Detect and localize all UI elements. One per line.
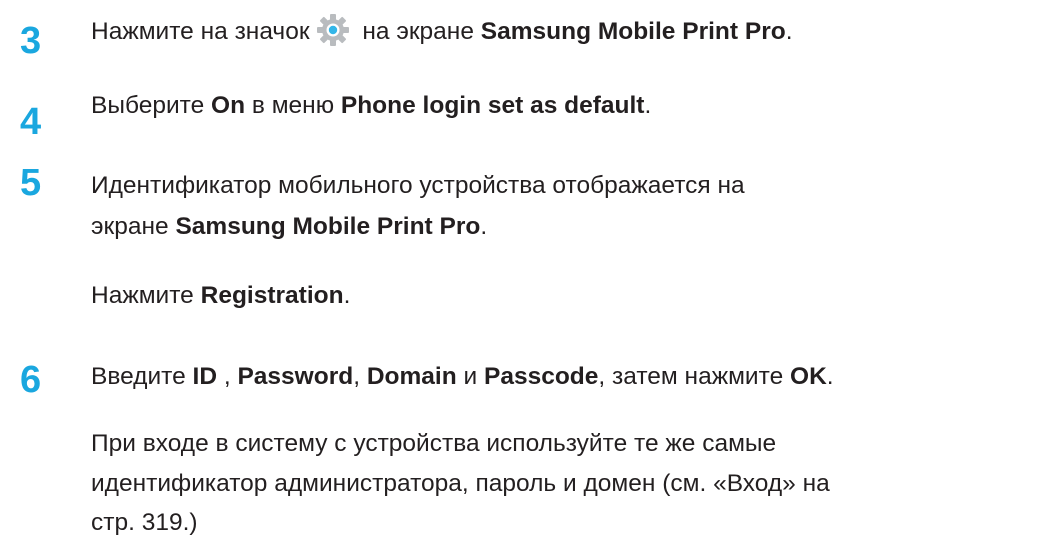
step-number: 6 bbox=[20, 359, 42, 401]
id-label: ID bbox=[192, 363, 218, 390]
note-line-2: идентификатор администратора, пароль и д… bbox=[91, 470, 830, 497]
step-text-suffix: . bbox=[785, 18, 793, 45]
step-subtext-suffix: . bbox=[343, 282, 351, 309]
passcode-label: Passcode bbox=[483, 363, 599, 390]
step-text-suffix: . bbox=[644, 92, 652, 119]
password-label: Password bbox=[237, 363, 354, 390]
step-number: 5 bbox=[20, 162, 42, 204]
step-text-line-1: Идентификатор мобильного устройства отоб… bbox=[91, 172, 745, 199]
step-subtext: Нажмите Registration. bbox=[91, 282, 350, 310]
step-text-prefix: экране bbox=[91, 213, 176, 240]
step-text: Нажмите на значок на экране Samsung Mobi… bbox=[91, 13, 793, 47]
note-line-3: стр. 319.) bbox=[91, 509, 198, 536]
settings-gear-icon bbox=[316, 13, 350, 47]
step-text-part: и bbox=[456, 363, 484, 390]
step-text-part: . bbox=[826, 363, 834, 390]
step-text-part: , затем нажмите bbox=[598, 363, 791, 390]
step-text-line-2: экране Samsung Mobile Print Pro. bbox=[91, 213, 487, 241]
step-text-middle: на экране bbox=[355, 18, 481, 45]
settings-gear-icon-graphic bbox=[316, 14, 349, 46]
step-text-part: Введите bbox=[91, 363, 193, 390]
option-on: On bbox=[211, 92, 246, 119]
step-text-suffix: . bbox=[480, 213, 488, 240]
step-text: Выберите On в меню Phone login set as de… bbox=[91, 92, 651, 120]
domain-label: Domain bbox=[366, 363, 457, 390]
registration-label: Registration bbox=[200, 282, 344, 309]
step-text-prefix: Нажмите на значок bbox=[91, 18, 310, 45]
step-number: 4 bbox=[20, 101, 42, 143]
ok-label: OK bbox=[790, 363, 827, 390]
step-text-part: , bbox=[353, 363, 367, 390]
menu-name: Phone login set as default bbox=[340, 92, 645, 119]
step-text-middle: в меню bbox=[245, 92, 341, 119]
app-name: Samsung Mobile Print Pro bbox=[175, 213, 481, 240]
note-line-1: При входе в систему с устройства использ… bbox=[91, 430, 777, 457]
step-text-part: , bbox=[217, 363, 238, 390]
step-text-prefix: Выберите bbox=[91, 92, 212, 119]
step-subtext-prefix: Нажмите bbox=[91, 282, 201, 309]
step-text: Введите ID , Password, Domain и Passcode… bbox=[91, 363, 834, 391]
app-name: Samsung Mobile Print Pro bbox=[480, 18, 786, 45]
step-number: 3 bbox=[20, 20, 42, 62]
